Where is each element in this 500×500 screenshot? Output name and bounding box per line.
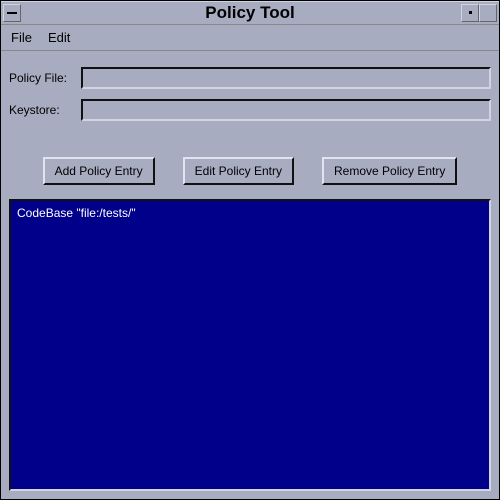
policy-file-label: Policy File:: [9, 71, 81, 85]
add-policy-entry-button[interactable]: Add Policy Entry: [43, 157, 155, 185]
remove-policy-entry-button[interactable]: Remove Policy Entry: [322, 157, 457, 185]
window-menu-button[interactable]: [3, 4, 21, 22]
button-row: Add Policy Entry Edit Policy Entry Remov…: [9, 157, 491, 185]
policy-entries-list[interactable]: CodeBase "file:/tests/": [9, 199, 491, 491]
keystore-input[interactable]: [81, 99, 491, 121]
window-controls: [461, 4, 497, 22]
menu-edit[interactable]: Edit: [48, 30, 70, 45]
policy-file-row: Policy File:: [9, 67, 491, 89]
titlebar: Policy Tool: [1, 1, 499, 25]
keystore-row: Keystore:: [9, 99, 491, 121]
window-title: Policy Tool: [205, 3, 294, 23]
menu-file[interactable]: File: [11, 30, 32, 45]
maximize-button[interactable]: [479, 4, 497, 22]
policy-file-input[interactable]: [81, 67, 491, 89]
content-area: Policy File: Keystore: Add Policy Entry …: [1, 51, 499, 499]
list-item[interactable]: CodeBase "file:/tests/": [15, 205, 485, 221]
menubar: File Edit: [1, 25, 499, 51]
policy-tool-window: Policy Tool File Edit Policy File: Keyst…: [0, 0, 500, 500]
edit-policy-entry-button[interactable]: Edit Policy Entry: [183, 157, 294, 185]
minimize-button[interactable]: [461, 4, 479, 22]
keystore-label: Keystore:: [9, 103, 81, 117]
